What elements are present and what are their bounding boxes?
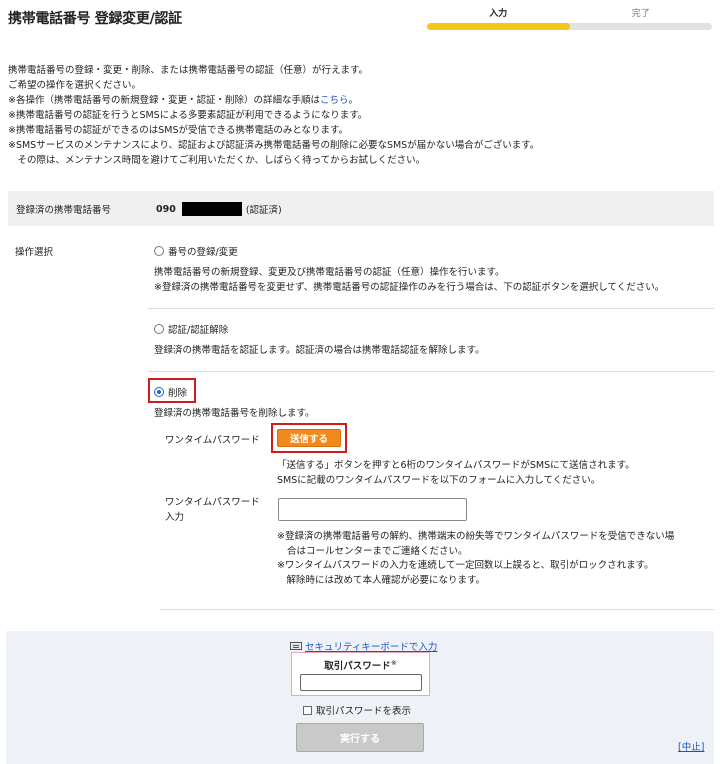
otp-input-label: ワンタイムパスワード 入力 (165, 495, 260, 525)
intro-line: ご希望の操作を選択ください。 (8, 80, 142, 91)
show-password-label: 取引パスワードを表示 (316, 706, 412, 717)
divider (148, 308, 714, 309)
option-delete[interactable]: 削除 (154, 385, 187, 399)
procedure-link[interactable]: こちら (320, 95, 349, 106)
cancel-link[interactable]: [中止] (678, 739, 704, 753)
transaction-password-input[interactable] (300, 674, 422, 691)
option-label: 認証/認証解除 (168, 325, 229, 336)
note-line: ※登録済の携帯電話番号の解約、携帯端末の紛失等でワンタイムパスワードを受信できな… (277, 531, 675, 542)
send-otp-button[interactable]: 送信する (277, 429, 341, 447)
radio-register-change[interactable] (154, 246, 164, 256)
security-keyboard-link[interactable]: セキュリティキーボードで入力 (290, 639, 437, 653)
redacted-number (181, 202, 242, 216)
operation-label: 操作選択 (15, 247, 54, 258)
registered-number-value: 090 (認証済) (156, 202, 282, 216)
registered-number-row: 登録済の携帯電話番号 090 (認証済) (8, 191, 714, 226)
show-password-checkbox[interactable] (303, 705, 312, 715)
option-register-change-desc: 携帯電話番号の新規登録、変更及び携帯電話番号の認証（任意）操作を行います。 ※登… (154, 265, 664, 295)
note-line: 合はコールセンターまでご連絡ください。 (287, 545, 468, 557)
intro-line: ※携帯電話番号の認証ができるのはSMSが受信できる携帯電話のみとなります。 (8, 125, 349, 136)
intro-line: ※SMSサービスのメンテナンスにより、認証および認証済み携帯電話番号の削除に必要… (8, 140, 540, 151)
option-delete-desc: 登録済の携帯電話番号を削除します。 (154, 406, 315, 421)
option-label: 番号の登録/変更 (168, 247, 238, 258)
page-title: 携帯電話番号 登録変更/認証 (8, 11, 182, 27)
auth-status: (認証済) (245, 205, 282, 216)
otp-input[interactable] (278, 498, 467, 521)
desc-line: 携帯電話番号の新規登録、変更及び携帯電話番号の認証（任意）操作を行います。 (154, 267, 505, 278)
password-box: 取引パスワード※ (291, 652, 430, 696)
divider (148, 371, 714, 372)
label-line: ワンタイムパスワード (165, 497, 260, 508)
send-note: 「送信する」ボタンを押すと6桁のワンタイムパスワードがSMSにて送信されます。 … (277, 458, 635, 488)
intro-line-suffix: 。 (348, 95, 358, 106)
password-label-text: 取引パスワード (324, 661, 391, 672)
option-register-change[interactable]: 番号の登録/変更 (154, 244, 238, 258)
intro-line: ※各操作（携帯電話番号の新規登録・変更・認証・削除）の詳細な手順はこちら。 (8, 93, 713, 108)
keyboard-link-label: セキュリティキーボードで入力 (305, 642, 438, 653)
footer-panel: セキュリティキーボードで入力 取引パスワード※ 取引パスワードを表示 実行する … (6, 631, 714, 764)
radio-auth[interactable] (154, 324, 164, 334)
radio-delete[interactable] (154, 387, 164, 397)
option-auth-desc: 登録済の携帯電話を認証します。認証済の場合は携帯電話認証を解除します。 (154, 343, 485, 358)
otp-notes: ※登録済の携帯電話番号の解約、携帯端末の紛失等でワンタイムパスワードを受信できな… (277, 530, 714, 588)
desc-line: 登録済の携帯電話番号を削除します。 (154, 408, 315, 419)
option-label: 削除 (168, 388, 188, 399)
option-auth[interactable]: 認証/認証解除 (154, 322, 228, 336)
note-line: 解除時には改めて本人確認が必要になります。 (277, 574, 486, 586)
registered-number-label: 登録済の携帯電話番号 (16, 205, 112, 216)
desc-line: ※登録済の携帯電話番号を変更せず、携帯電話番号の認証操作のみを行う場合は、下の認… (154, 282, 665, 293)
divider (160, 609, 714, 610)
required-mark: ※ (390, 658, 397, 667)
progress-bar (427, 23, 712, 30)
execute-button[interactable]: 実行する (296, 723, 424, 752)
intro-text: 携帯電話番号の登録・変更・削除、または携帯電話番号の認証（任意）が行えます。 ご… (8, 63, 713, 168)
intro-line: ※携帯電話番号の認証を行うとSMSによる多要素認証が利用できるようになります。 (8, 110, 368, 121)
intro-line-prefix: ※各操作（携帯電話番号の新規登録・変更・認証・削除）の詳細な手順は (8, 95, 320, 106)
label-line: 入力 (165, 512, 185, 523)
note-line: ※ワンタイムパスワードの入力を連続して一定回数以上誤ると、取引がロックされます。 (277, 560, 654, 571)
step-complete: 完了 (631, 9, 650, 19)
note-line: 「送信する」ボタンを押すと6桁のワンタイムパスワードがSMSにて送信されます。 (277, 460, 635, 471)
step-input: 入力 (489, 9, 508, 19)
password-label: 取引パスワード※ (292, 658, 429, 672)
desc-line: 登録済の携帯電話を認証します。認証済の場合は携帯電話認証を解除します。 (154, 345, 485, 356)
show-password-toggle[interactable]: 取引パスワードを表示 (303, 703, 411, 717)
progress-fill (427, 23, 570, 30)
keyboard-icon (290, 642, 302, 650)
otp-label: ワンタイムパスワード (165, 435, 260, 446)
progress-steps: 入力 完了 (427, 6, 712, 30)
note-line: SMSに記載のワンタイムパスワードを以下のフォームに入力してください。 (277, 475, 601, 486)
number-prefix: 090 (156, 203, 176, 215)
intro-line: その際は、メンテナンス時間を避けてご利用いただくか、しばらく待ってからお試しくだ… (8, 155, 426, 166)
intro-line: 携帯電話番号の登録・変更・削除、または携帯電話番号の認証（任意）が行えます。 (8, 65, 369, 76)
